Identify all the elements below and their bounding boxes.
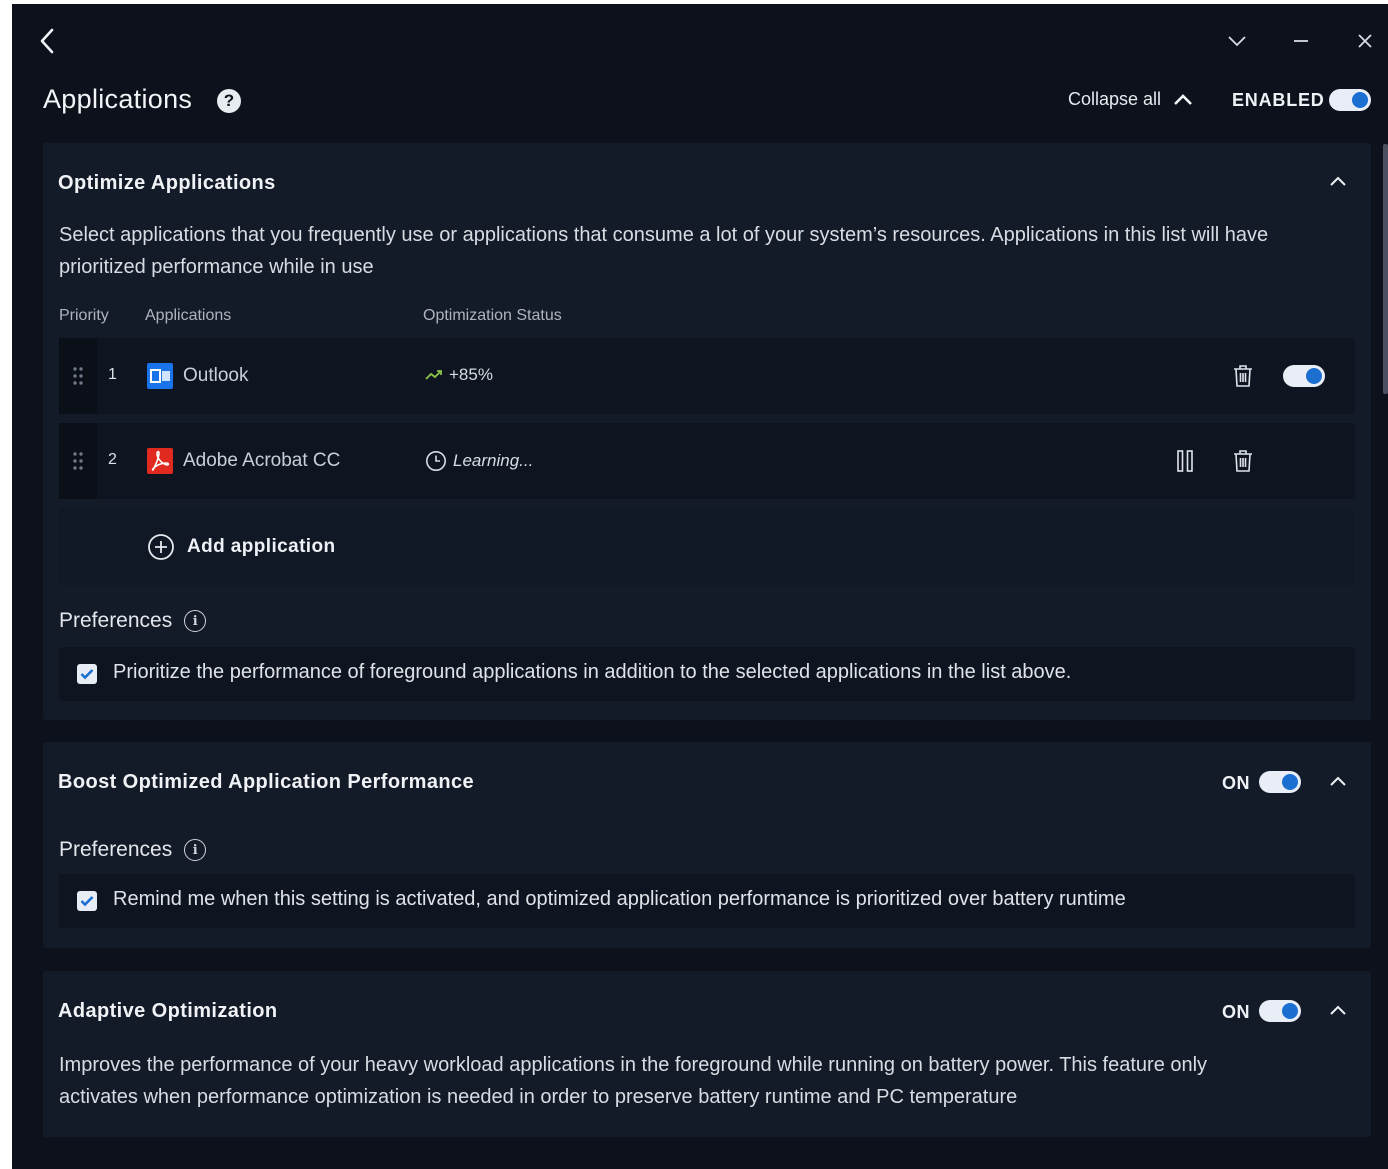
checkmark-icon xyxy=(80,669,94,680)
table-row: 2 Adobe Acrobat CC Learning... xyxy=(59,423,1355,499)
table-row: 1 Outlook +85% xyxy=(59,338,1355,414)
plus-circle-icon xyxy=(148,534,174,560)
page-title: Applications xyxy=(43,84,193,114)
chevron-up-icon xyxy=(1174,93,1192,105)
trash-icon xyxy=(1234,365,1252,387)
dropdown-button[interactable] xyxy=(1222,28,1252,54)
optimize-applications-card: Optimize Applications Select application… xyxy=(43,143,1371,720)
back-button[interactable] xyxy=(32,26,62,56)
toggle-knob xyxy=(1352,92,1368,108)
chevron-up-icon xyxy=(1330,776,1346,786)
adaptive-optimization-card: Adaptive Optimization ON Improves the pe… xyxy=(43,971,1371,1137)
preferences-label: Preferences xyxy=(59,609,173,632)
drag-handle[interactable] xyxy=(59,423,97,499)
enabled-label: ENABLED xyxy=(1232,90,1325,110)
clock-icon xyxy=(426,451,446,471)
drag-handle-icon xyxy=(73,452,83,470)
app-window: Applications ? Collapse all ENABLED Opti… xyxy=(12,4,1388,1169)
chevron-up-icon xyxy=(1330,176,1346,186)
checkmark-icon xyxy=(80,896,94,907)
toggle-knob xyxy=(1282,774,1298,790)
adaptive-description: Improves the performance of your heavy w… xyxy=(59,1054,1208,1108)
boost-toggle[interactable] xyxy=(1259,771,1301,793)
adaptive-toggle[interactable] xyxy=(1259,1000,1301,1022)
add-application-button[interactable]: Add application xyxy=(147,533,336,561)
preferences-heading: Preferences i xyxy=(59,838,207,862)
preferences-label: Preferences xyxy=(59,838,173,861)
drag-handle-icon xyxy=(73,367,83,385)
app-toggle[interactable] xyxy=(1283,365,1325,387)
optimize-applications-title: Optimize Applications xyxy=(58,172,276,194)
preference-option: Prioritize the performance of foreground… xyxy=(59,647,1355,701)
minimize-button[interactable] xyxy=(1286,28,1316,54)
trend-up-icon xyxy=(425,370,442,380)
boost-on-label: ON xyxy=(1222,773,1250,793)
scrollbar[interactable] xyxy=(1383,144,1388,394)
app-name: Outlook xyxy=(183,365,249,386)
toggle-knob xyxy=(1282,1003,1298,1019)
add-application-row: Add application xyxy=(59,509,1355,585)
delete-button[interactable] xyxy=(1229,362,1257,390)
boost-title: Boost Optimized Application Performance xyxy=(58,771,475,793)
close-button[interactable] xyxy=(1350,28,1380,54)
preference-checkbox[interactable] xyxy=(77,891,97,911)
info-icon[interactable]: i xyxy=(184,839,207,861)
optimization-status: Learning... xyxy=(425,450,533,472)
optimization-status: +85% xyxy=(425,365,493,385)
app-name: Adobe Acrobat CC xyxy=(183,450,341,471)
optimize-description: Select applications that you frequently … xyxy=(59,224,1269,278)
trash-icon xyxy=(1234,450,1252,472)
preference-checkbox[interactable] xyxy=(77,664,97,684)
status-text: +85% xyxy=(449,365,493,384)
delete-button[interactable] xyxy=(1229,447,1257,475)
collapse-section-button[interactable] xyxy=(1323,769,1353,793)
priority-number: 1 xyxy=(108,366,117,383)
adaptive-title: Adaptive Optimization xyxy=(58,1000,278,1022)
chevron-left-icon xyxy=(40,28,54,54)
help-icon[interactable]: ? xyxy=(217,89,241,113)
preference-text: Remind me when this setting is activated… xyxy=(113,888,1126,910)
close-icon xyxy=(1358,34,1372,48)
add-application-label: Add application xyxy=(187,536,336,557)
boost-performance-card: Boost Optimized Application Performance … xyxy=(43,742,1371,948)
pause-button[interactable] xyxy=(1171,447,1199,475)
acrobat-icon xyxy=(147,448,173,474)
outlook-icon xyxy=(147,363,173,389)
collapse-section-button[interactable] xyxy=(1323,169,1353,193)
enabled-toggle[interactable] xyxy=(1329,89,1371,111)
column-priority: Priority xyxy=(59,307,109,324)
column-applications: Applications xyxy=(145,307,232,324)
adaptive-on-label: ON xyxy=(1222,1002,1250,1022)
drag-handle[interactable] xyxy=(59,338,97,414)
pause-icon xyxy=(1177,450,1193,472)
preference-option: Remind me when this setting is activated… xyxy=(59,874,1355,928)
priority-number: 2 xyxy=(108,451,117,468)
status-text: Learning... xyxy=(453,451,534,470)
toggle-knob xyxy=(1306,368,1322,384)
preferences-heading: Preferences i xyxy=(59,609,207,633)
chevron-down-icon xyxy=(1228,36,1246,47)
collapse-section-button[interactable] xyxy=(1323,998,1353,1022)
chevron-up-icon xyxy=(1330,1005,1346,1015)
preference-text: Prioritize the performance of foreground… xyxy=(113,661,1072,683)
minus-icon xyxy=(1294,40,1308,42)
column-optimization-status: Optimization Status xyxy=(423,307,562,324)
collapse-all-button[interactable]: Collapse all xyxy=(1068,89,1193,110)
info-icon[interactable]: i xyxy=(184,610,207,632)
collapse-all-label: Collapse all xyxy=(1068,89,1162,109)
